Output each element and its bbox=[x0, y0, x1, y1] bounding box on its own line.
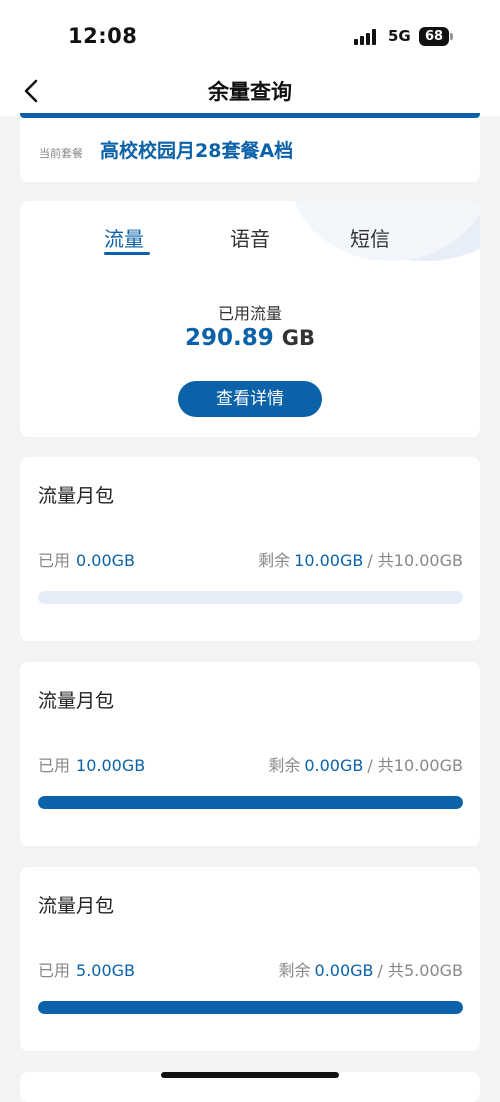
pack-used: 已用 0.00GB bbox=[38, 551, 136, 570]
nav-bar: 余量查询 bbox=[0, 70, 500, 116]
signal-icon bbox=[354, 29, 382, 45]
pack-card: 流量月包 已用 10.00GB 剩余 0.00GB / 共10.00GB bbox=[20, 662, 480, 846]
pack-remaining: 剩余 10.00GB / 共10.00GB bbox=[258, 551, 463, 570]
progress-fill bbox=[38, 1001, 463, 1014]
battery-tip bbox=[450, 33, 453, 40]
page-title: 余量查询 bbox=[208, 80, 292, 104]
home-indicator[interactable] bbox=[161, 1072, 339, 1078]
network-type: 5G bbox=[388, 27, 411, 45]
used-data-label: 已用流量 bbox=[217, 304, 282, 323]
tab-sms[interactable]: 短信 bbox=[350, 223, 390, 252]
plan-name: 高校校园月28套餐A档 bbox=[100, 140, 294, 162]
status-bar: 12:08 5G 68 bbox=[0, 0, 500, 70]
pack-used: 已用 10.00GB bbox=[38, 756, 146, 775]
plan-card: 当前套餐 高校校园月28套餐A档 bbox=[20, 112, 480, 182]
pack-title: 流量月包 bbox=[38, 485, 115, 507]
pack-card: 流量月包 已用 0.00GB 剩余 10.00GB / 共10.00GB bbox=[20, 457, 480, 641]
tab-voice[interactable]: 语音 bbox=[230, 223, 270, 252]
plan-label: 当前套餐 bbox=[39, 147, 83, 160]
pack-card: 流量月包 已用 5.00GB 剩余 0.00GB / 共5.00GB bbox=[20, 867, 480, 1051]
tab-data[interactable]: 流量 bbox=[104, 223, 144, 252]
pack-title: 流量月包 bbox=[38, 895, 115, 917]
pack-remaining: 剩余 0.00GB / 共5.00GB bbox=[278, 961, 464, 980]
pack-progress-bar bbox=[38, 796, 463, 809]
status-time: 12:08 bbox=[68, 24, 138, 48]
used-data-unit: GB bbox=[281, 326, 315, 350]
header-accent-bar bbox=[20, 113, 480, 118]
battery-icon: 68 bbox=[419, 27, 449, 46]
pack-used: 已用 5.00GB bbox=[38, 961, 136, 980]
pack-progress-bar bbox=[38, 591, 463, 604]
usage-card: 流量 语音 短信 已用流量 290.89 GB 查看详情 bbox=[20, 201, 480, 437]
used-data-value: 290.89 bbox=[184, 325, 274, 351]
progress-fill bbox=[38, 796, 463, 809]
used-data-value-row: 290.89 GB bbox=[20, 325, 480, 351]
pack-progress-bar bbox=[38, 1001, 463, 1014]
pack-remaining: 剩余 0.00GB / 共10.00GB bbox=[268, 756, 463, 775]
view-details-button[interactable]: 查看详情 bbox=[178, 381, 322, 417]
pack-title: 流量月包 bbox=[38, 690, 115, 712]
active-tab-indicator bbox=[104, 252, 150, 255]
